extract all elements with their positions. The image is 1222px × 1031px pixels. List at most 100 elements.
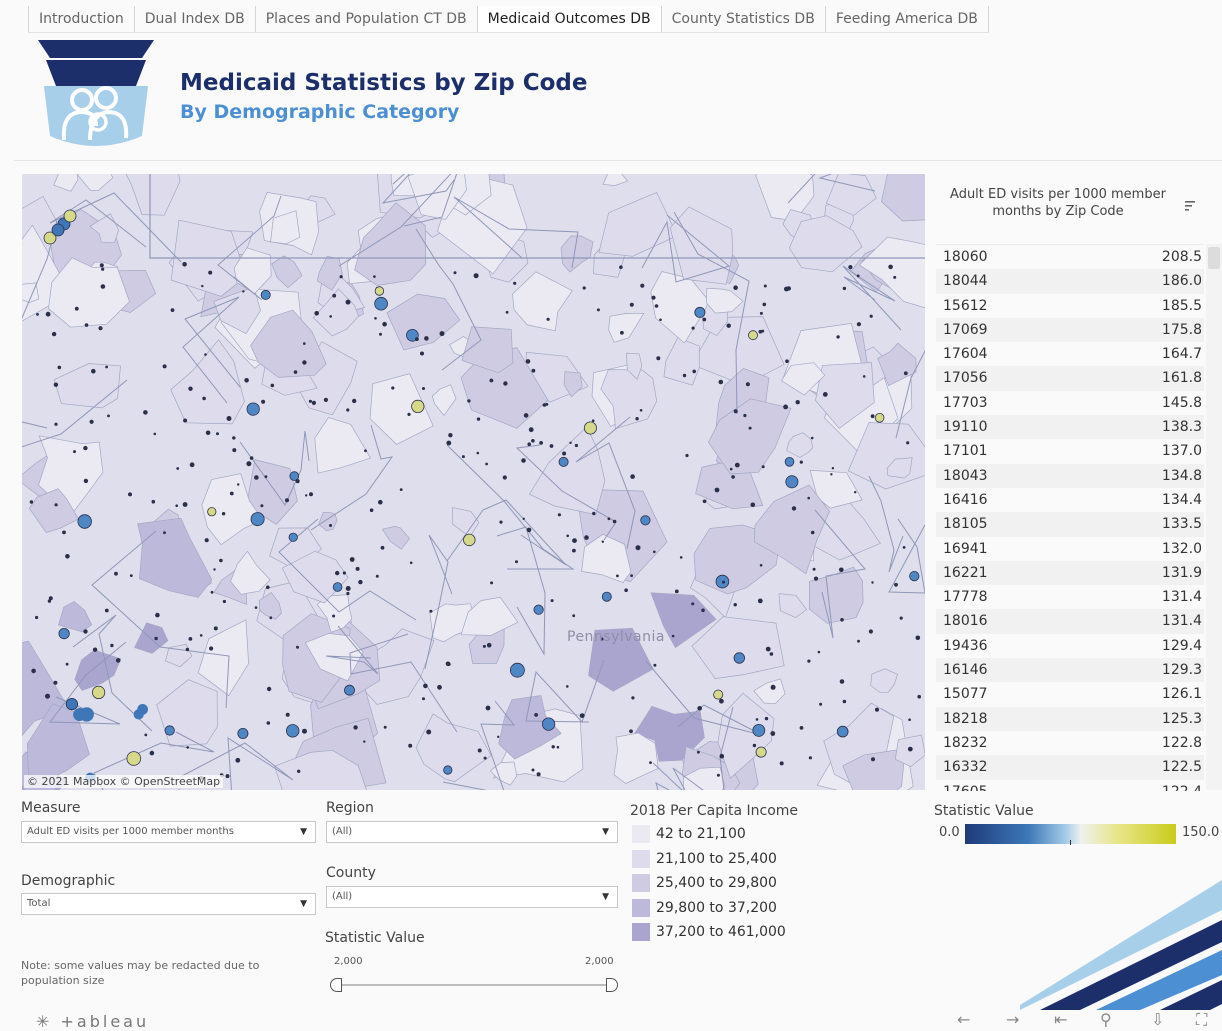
zip-marker[interactable] xyxy=(562,451,567,456)
zip-area[interactable] xyxy=(881,174,925,222)
zip-marker[interactable] xyxy=(862,375,866,378)
zip-marker[interactable] xyxy=(314,311,320,316)
zip-marker[interactable] xyxy=(407,412,411,416)
list-row[interactable]: 17703 145.8 xyxy=(936,391,1204,415)
zip-area[interactable] xyxy=(165,643,193,668)
zip-marker[interactable] xyxy=(799,460,803,464)
zip-marker[interactable] xyxy=(51,223,65,237)
zip-marker[interactable] xyxy=(566,685,569,688)
zip-marker[interactable] xyxy=(54,422,58,426)
zip-marker[interactable] xyxy=(143,410,148,415)
zip-marker[interactable] xyxy=(382,321,387,327)
zip-area[interactable] xyxy=(608,312,645,343)
zip-marker[interactable] xyxy=(424,336,429,341)
zip-marker[interactable] xyxy=(694,306,706,318)
zip-area[interactable] xyxy=(197,619,249,697)
zip-marker[interactable] xyxy=(213,626,218,631)
zip-marker[interactable] xyxy=(254,475,259,480)
zip-marker[interactable] xyxy=(770,684,776,690)
zip-marker[interactable] xyxy=(702,317,707,322)
zip-marker[interactable] xyxy=(513,281,517,285)
zip-marker[interactable] xyxy=(266,686,272,692)
zip-area[interactable] xyxy=(602,174,629,186)
zip-marker[interactable] xyxy=(733,652,746,664)
zip-marker[interactable] xyxy=(729,467,733,471)
zip-area[interactable] xyxy=(156,679,218,747)
zip-area[interactable] xyxy=(786,432,814,458)
list-row[interactable]: 17069 175.8 xyxy=(936,317,1204,343)
zip-marker[interactable] xyxy=(222,599,226,604)
zip-marker[interactable] xyxy=(155,612,160,618)
zip-area[interactable] xyxy=(415,713,492,783)
zip-marker[interactable] xyxy=(583,421,597,435)
zip-marker[interactable] xyxy=(701,608,705,613)
zip-marker[interactable] xyxy=(92,647,98,652)
zip-marker[interactable] xyxy=(868,629,874,634)
zip-marker[interactable] xyxy=(242,290,245,293)
zip-marker[interactable] xyxy=(745,382,750,387)
zip-marker[interactable] xyxy=(346,408,350,412)
zip-marker[interactable] xyxy=(73,450,76,454)
zip-marker[interactable] xyxy=(188,386,193,391)
list-row[interactable]: 17101 137.0 xyxy=(936,439,1204,463)
zip-area[interactable] xyxy=(870,668,899,694)
zip-marker[interactable] xyxy=(486,642,492,648)
zip-marker[interactable] xyxy=(162,364,167,369)
zip-marker[interactable] xyxy=(591,419,595,422)
zip-marker[interactable] xyxy=(531,768,535,772)
zip-marker[interactable] xyxy=(383,725,387,729)
list-row[interactable]: 17056 161.8 xyxy=(936,366,1204,391)
zip-area[interactable] xyxy=(77,174,114,191)
zip-marker[interactable] xyxy=(750,502,756,508)
zip-marker[interactable] xyxy=(379,332,382,336)
zip-marker[interactable] xyxy=(659,318,662,322)
zip-marker[interactable] xyxy=(154,636,158,641)
zip-marker[interactable] xyxy=(47,599,52,603)
zip-marker[interactable] xyxy=(592,511,596,516)
zip-marker[interactable] xyxy=(572,614,576,618)
zip-marker[interactable] xyxy=(358,579,363,585)
zip-marker[interactable] xyxy=(339,275,343,279)
zip-marker[interactable] xyxy=(29,500,34,504)
zip-marker[interactable] xyxy=(902,546,906,549)
zip-marker[interactable] xyxy=(839,679,845,684)
zip-marker[interactable] xyxy=(719,698,724,704)
zip-marker[interactable] xyxy=(216,432,219,436)
zip-area[interactable] xyxy=(431,384,457,416)
zip-area[interactable] xyxy=(58,601,93,633)
zip-marker[interactable] xyxy=(411,399,425,413)
zip-marker[interactable] xyxy=(550,599,554,603)
zip-marker[interactable] xyxy=(225,774,230,779)
zip-marker[interactable] xyxy=(759,564,763,567)
zip-marker[interactable] xyxy=(443,765,453,775)
zip-marker[interactable] xyxy=(489,378,494,383)
sort-icon[interactable] xyxy=(1184,199,1196,213)
zip-marker[interactable] xyxy=(640,283,645,288)
list-row[interactable]: 15612 185.5 xyxy=(936,294,1204,318)
zip-marker[interactable] xyxy=(98,326,103,331)
zip-marker[interactable] xyxy=(839,567,844,573)
zip-marker[interactable] xyxy=(323,397,328,402)
zip-area[interactable] xyxy=(460,596,519,636)
list-row[interactable]: 19110 138.3 xyxy=(936,415,1204,440)
zip-marker[interactable] xyxy=(199,634,203,637)
zip-marker[interactable] xyxy=(246,461,252,467)
zip-marker[interactable] xyxy=(522,517,525,520)
zip-area[interactable] xyxy=(22,282,40,303)
zip-marker[interactable] xyxy=(549,444,554,448)
slider-min-handle[interactable] xyxy=(330,978,342,992)
zip-marker[interactable] xyxy=(266,585,270,590)
zip-marker[interactable] xyxy=(332,293,337,298)
zip-marker[interactable] xyxy=(391,386,395,390)
zip-marker[interactable] xyxy=(525,359,531,364)
zip-marker[interactable] xyxy=(204,538,209,543)
zip-marker[interactable] xyxy=(584,535,589,540)
zip-marker[interactable] xyxy=(246,402,260,416)
zip-marker[interactable] xyxy=(91,368,96,374)
zip-marker[interactable] xyxy=(822,392,828,397)
zip-marker[interactable] xyxy=(726,323,731,328)
zip-marker[interactable] xyxy=(503,381,508,386)
zip-marker[interactable] xyxy=(58,627,70,640)
measure-dropdown[interactable]: Adult ED visits per 1000 member months ▼ xyxy=(21,821,316,843)
zip-marker[interactable] xyxy=(285,712,290,717)
